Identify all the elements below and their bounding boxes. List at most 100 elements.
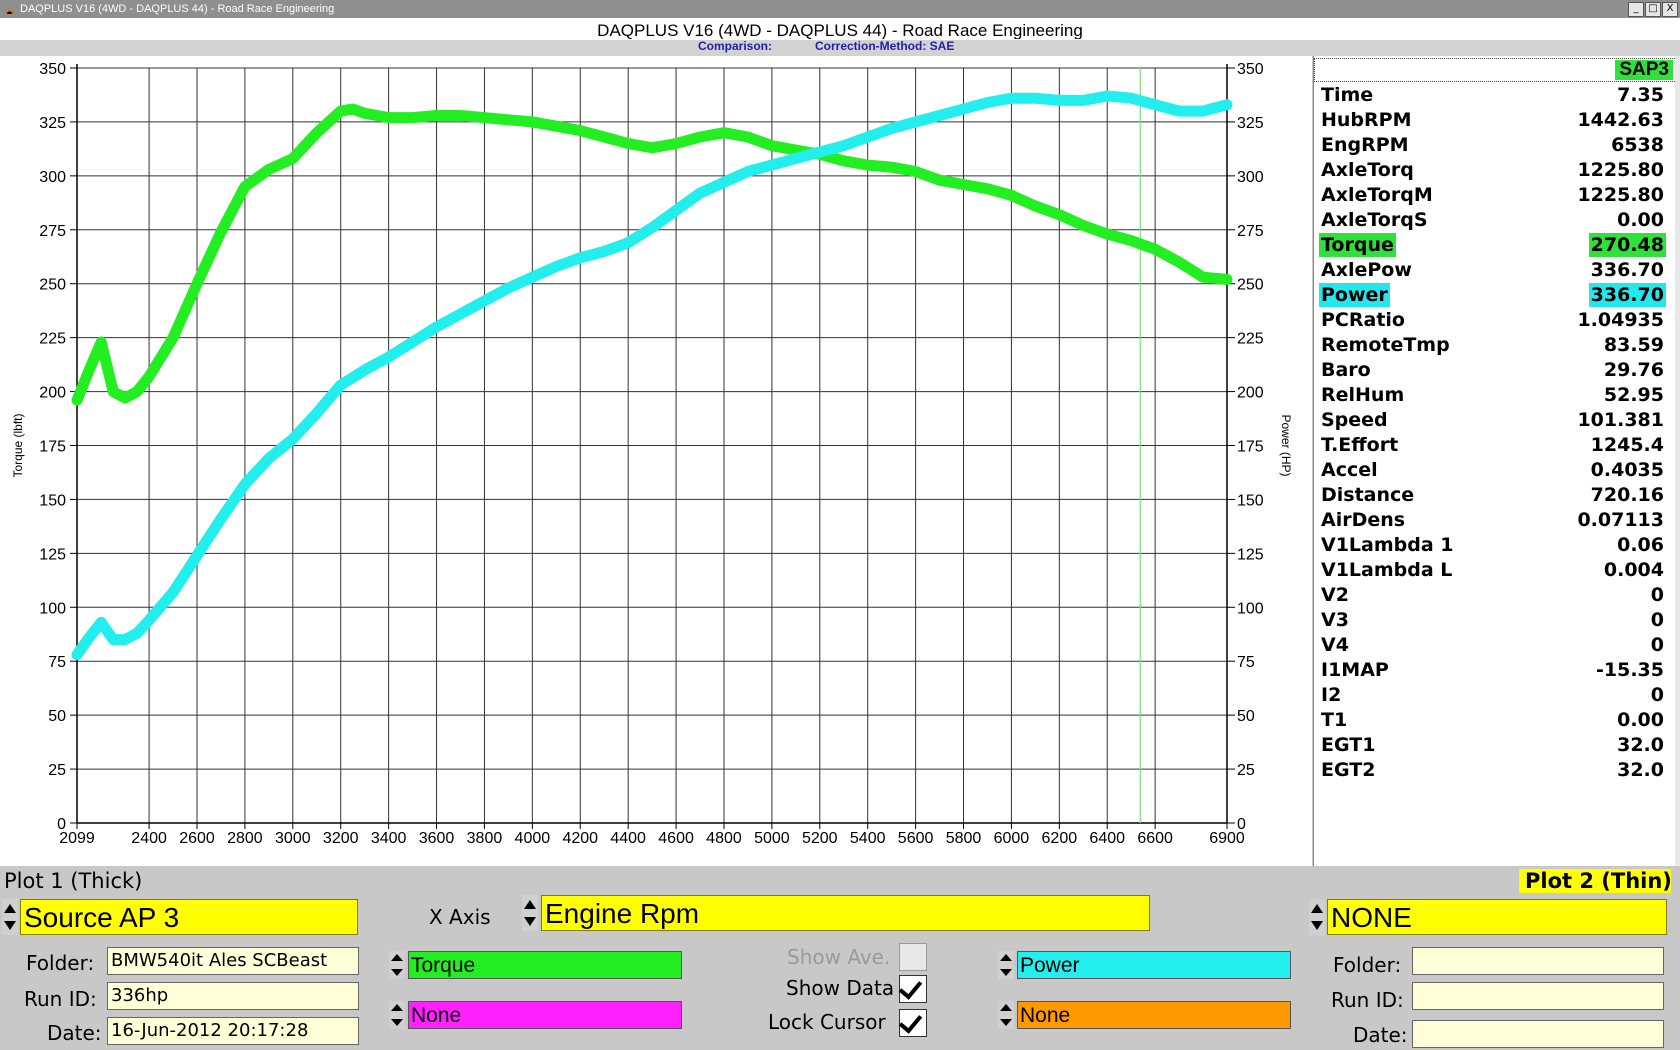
date-label: Date:	[47, 1021, 102, 1045]
channel4-spinner[interactable]	[998, 1001, 1014, 1029]
panel-row-pcratio: PCRatio 1.04935	[1314, 308, 1666, 333]
spin-down-icon[interactable]	[1000, 969, 1012, 976]
panel-row-egt2: EGT2 32.0	[1314, 758, 1666, 783]
date-field[interactable]: 16-Jun-2012 20:17:28	[107, 1017, 359, 1045]
show-ave-checkbox[interactable]	[899, 943, 927, 971]
y-right-tick-label: 350	[1237, 61, 1264, 78]
panel-row-name: HubRPM	[1321, 109, 1412, 131]
spin-up-icon[interactable]	[391, 1004, 403, 1011]
panel-row-value: 0.00	[1617, 709, 1664, 731]
series-torque-line	[71, 103, 1233, 406]
panel-row-airdens: AirDens 0.07113	[1314, 508, 1666, 533]
channel3-select[interactable]: Power	[1017, 951, 1291, 979]
xaxis-spinner[interactable]	[522, 895, 538, 931]
panel-row-accel: Accel 0.4035	[1314, 458, 1666, 483]
panel-row-value: 1245.4	[1590, 434, 1664, 456]
panel-row-torque: Torque 270.48	[1314, 233, 1666, 258]
plot2-date-field[interactable]	[1412, 1020, 1664, 1048]
spin-down-icon[interactable]	[4, 921, 16, 930]
x-tick-label: 2400	[131, 830, 167, 847]
channel1-select[interactable]: Torque	[408, 951, 682, 979]
y-right-axis-title: Power (HP)	[1279, 414, 1293, 476]
y-left-tick-label: 225	[39, 331, 66, 348]
panel-row-name: AirDens	[1321, 509, 1406, 531]
y-left-tick-label: 75	[48, 654, 66, 671]
source-spinner[interactable]	[2, 899, 18, 935]
spin-down-icon[interactable]	[1000, 1019, 1012, 1026]
channel3-spinner[interactable]	[998, 951, 1014, 979]
panel-row-egt1: EGT1 32.0	[1314, 733, 1666, 758]
channel4-select[interactable]: None	[1017, 1001, 1291, 1029]
panel-row-value: 0.00	[1617, 209, 1664, 231]
x-tick-label: 5800	[946, 830, 982, 847]
panel-row-value: 0.004	[1603, 559, 1664, 581]
plot2-source-spinner[interactable]	[1309, 899, 1325, 935]
y-left-tick-label: 250	[39, 277, 66, 294]
y-right-tick-label: 75	[1237, 654, 1255, 671]
panel-row-value: 32.0	[1617, 734, 1664, 756]
panel-row-value: 29.76	[1603, 359, 1664, 381]
spin-down-icon[interactable]	[391, 1019, 403, 1026]
panel-row-value: 83.59	[1603, 334, 1664, 356]
show-data-checkbox[interactable]	[898, 975, 927, 1003]
source-select[interactable]: Source AP 3	[20, 899, 358, 935]
panel-row-value: 32.0	[1617, 759, 1664, 781]
panel-row-value: 336.70	[1588, 283, 1666, 307]
x-tick-label: 6400	[1089, 830, 1125, 847]
plot2-folder-field[interactable]	[1412, 947, 1664, 975]
data-panel: SAP3 Time 7.35 HubRPM 1442.63 EngRPM 6538 Axle…	[1313, 56, 1680, 866]
spin-up-icon[interactable]	[1311, 904, 1323, 913]
spin-down-icon[interactable]	[391, 969, 403, 976]
y-right-tick-label: 275	[1237, 223, 1264, 240]
panel-row-power: Power 336.70	[1314, 283, 1666, 308]
chart-canvas[interactable]: 2099 2400 2600 2800 3000 3200 3400 3600 3800 4000…	[0, 56, 1312, 866]
plot1-label: Plot 1 (Thick)	[4, 869, 143, 893]
folder-field[interactable]: BMW540it Ales SCBeast	[107, 947, 359, 975]
plot2-runid-field[interactable]	[1412, 982, 1664, 1010]
minimize-button[interactable]: _	[1628, 2, 1644, 17]
lock-cursor-checkbox[interactable]	[898, 1009, 927, 1037]
maximize-button[interactable]: □	[1645, 2, 1661, 17]
dyno-chart[interactable]: 2099 2400 2600 2800 3000 3200 3400 3600 3800 4000…	[0, 56, 1312, 866]
panel-row-name: I1MAP	[1321, 659, 1389, 681]
x-tick-label: 5200	[802, 830, 838, 847]
x-tick-label: 5600	[898, 830, 934, 847]
spin-up-icon[interactable]	[524, 900, 536, 909]
channel1-spinner[interactable]	[389, 951, 405, 979]
panel-row-value: 270.48	[1588, 233, 1666, 257]
spin-up-icon[interactable]	[391, 954, 403, 961]
x-tick-label: 3000	[275, 830, 311, 847]
spin-up-icon[interactable]	[1000, 954, 1012, 961]
x-tick-label: 3200	[323, 830, 359, 847]
panel-scrollbar[interactable]	[1675, 56, 1680, 866]
y-left-tick-label: 325	[39, 115, 66, 132]
spin-down-icon[interactable]	[1311, 921, 1323, 930]
channel2-spinner[interactable]	[389, 1001, 405, 1029]
spin-up-icon[interactable]	[4, 904, 16, 913]
close-button[interactable]: X	[1662, 2, 1678, 17]
spin-down-icon[interactable]	[524, 917, 536, 926]
plot2-source-select[interactable]: NONE	[1327, 899, 1667, 935]
runid-field[interactable]: 336hp	[107, 982, 359, 1010]
app-icon	[4, 10, 15, 14]
lock-cursor-label: Lock Cursor	[768, 1010, 886, 1034]
y-left-tick-label: 25	[48, 762, 66, 779]
runid-label: Run ID:	[24, 987, 97, 1011]
y-right-tick-label: 325	[1237, 115, 1264, 132]
x-tick-label: 4000	[515, 830, 551, 847]
panel-row-v1lambda-l: V1Lambda L 0.004	[1314, 558, 1666, 583]
y-left-tick-label: 150	[39, 492, 66, 509]
channel2-select[interactable]: None	[408, 1001, 682, 1029]
x-tick-label: 2600	[179, 830, 215, 847]
panel-row-name: Power	[1319, 283, 1390, 307]
y-right-tick-label: 25	[1237, 762, 1255, 779]
xaxis-select[interactable]: Engine Rpm	[541, 895, 1150, 931]
panel-row-value: 7.35	[1617, 84, 1664, 106]
spin-up-icon[interactable]	[1000, 1004, 1012, 1011]
y-left-tick-label: 0	[57, 816, 66, 833]
window-titlebar: DAQPLUS V16 (4WD - DAQPLUS 44) - Road Ra…	[0, 0, 1680, 18]
panel-row-value: 0.06	[1617, 534, 1664, 556]
y-left-tick-label: 275	[39, 223, 66, 240]
panel-row-value: 101.381	[1577, 409, 1664, 431]
y-right-tick-label: 300	[1237, 169, 1264, 186]
